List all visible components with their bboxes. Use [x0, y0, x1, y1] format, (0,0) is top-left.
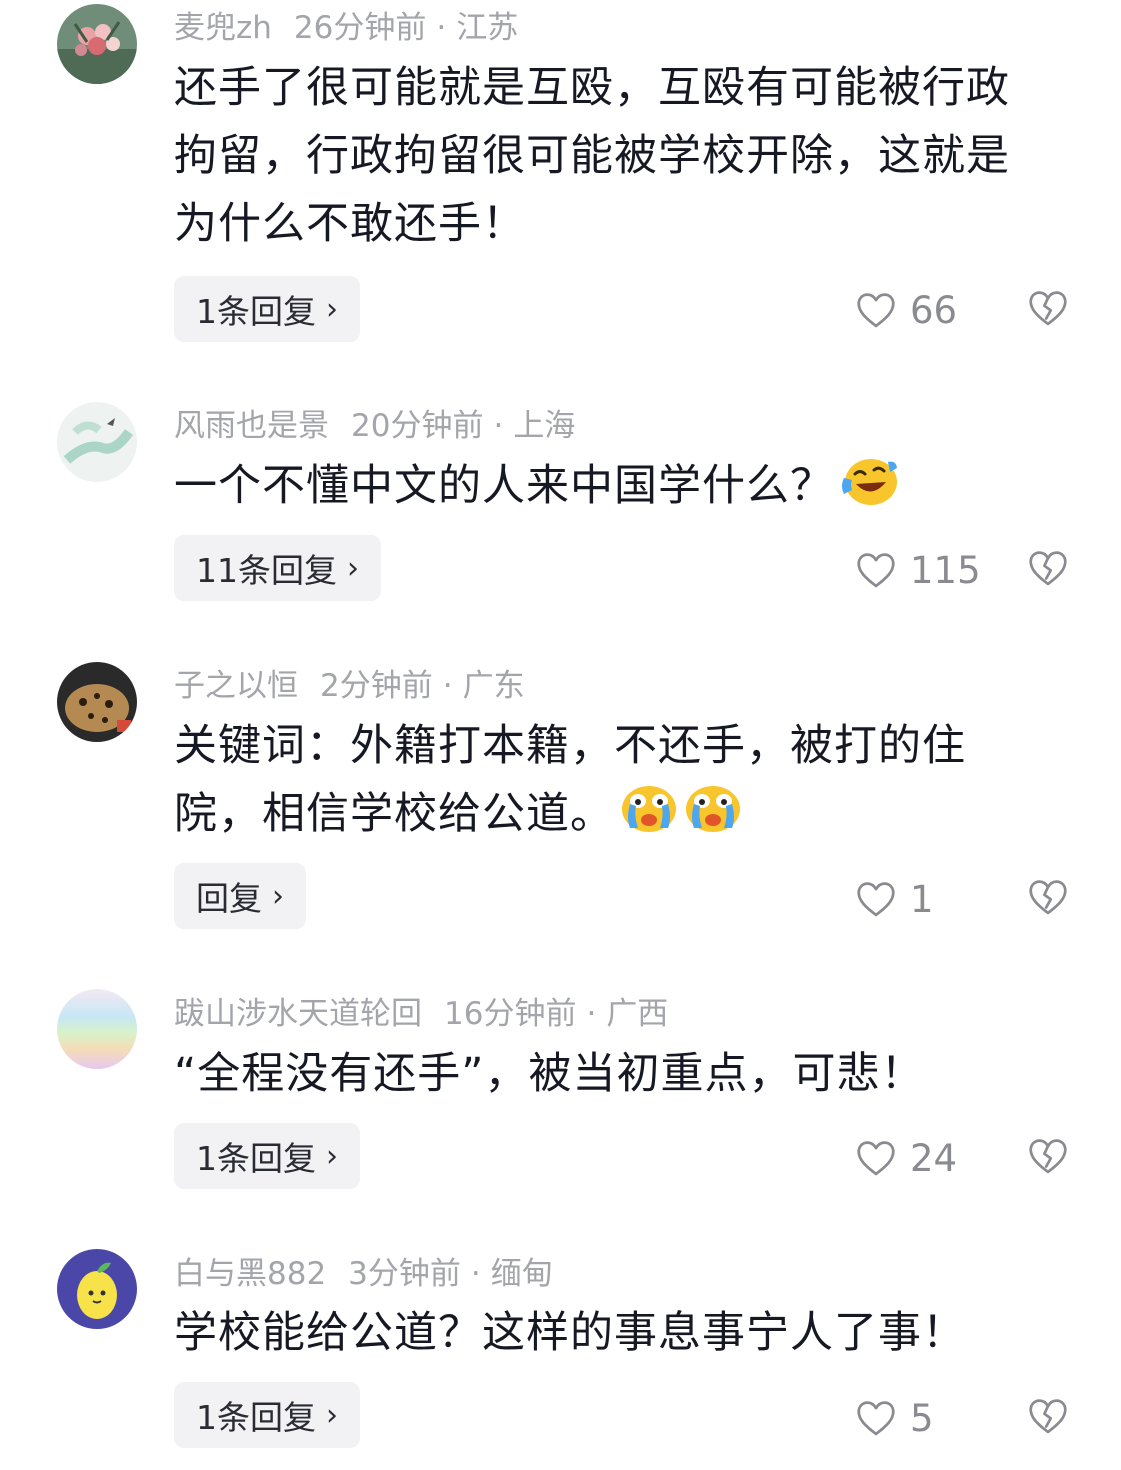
broken-heart-icon [1028, 1138, 1068, 1175]
reply-button[interactable]: 回复 › [174, 863, 306, 929]
comment-text-line-content: 一个不懂中文的人来中国学什么？ [174, 461, 834, 511]
meta-separator: · [436, 10, 447, 46]
comment-text-line: 拘留，行政拘留很可能被学校开除，这就是 [174, 131, 1010, 181]
username[interactable]: 风雨也是景 [174, 408, 329, 444]
crying-emoji-icon [620, 784, 678, 834]
rainbow-gradient-avatar[interactable] [57, 989, 137, 1069]
comment-text-line: 一个不懂中文的人来中国学什么？ [174, 452, 1079, 520]
view-replies-button[interactable]: 1条回复 › [174, 1123, 360, 1189]
like-count: 24 [910, 1137, 958, 1180]
broken-heart-icon [1028, 879, 1068, 916]
heart-icon [856, 1400, 896, 1437]
like-button[interactable]: 1 [856, 878, 934, 921]
like-count: 5 [910, 1397, 934, 1440]
chevron-right-icon: › [326, 291, 338, 327]
reply-label: 1条回复 [196, 1398, 316, 1437]
chevron-right-icon: › [326, 1397, 338, 1433]
comment-text-line-content: 院，相信学校给公道。 [174, 789, 614, 839]
meta-separator: · [586, 996, 597, 1032]
meta-separator: · [493, 408, 504, 444]
like-count: 66 [910, 289, 958, 332]
dislike-button[interactable] [1028, 290, 1068, 331]
reply-label: 11条回复 [196, 551, 337, 590]
comment-location: 广东 [462, 668, 525, 704]
broken-heart-icon [1028, 290, 1068, 327]
username[interactable]: 跋山涉水天道轮回 [174, 996, 422, 1032]
heart-icon [856, 881, 896, 918]
comment-text: 还手了很可能就是互殴，互殴有可能被行政 拘留，行政拘留很可能被学校开除，这就是 … [174, 54, 1079, 258]
like-button[interactable]: 66 [856, 289, 957, 332]
comment-time: 3分钟前 [348, 1256, 461, 1292]
like-count: 115 [910, 549, 981, 592]
cartoon-lemon-avatar[interactable] [57, 1249, 137, 1329]
view-replies-button[interactable]: 11条回复 › [174, 535, 381, 601]
dislike-button[interactable] [1028, 1398, 1068, 1439]
meta-separator: · [442, 668, 453, 704]
broken-heart-icon [1028, 550, 1068, 587]
reply-label: 1条回复 [196, 292, 316, 331]
comment-text: 学校能给公道？这样的事息事宁人了事！ [174, 1299, 1079, 1367]
chevron-right-icon: › [347, 550, 359, 586]
comment-text-line: 关键词：外籍打本籍，不还手，被打的住 [174, 721, 966, 771]
comment-text-line: 学校能给公道？这样的事息事宁人了事！ [174, 1308, 966, 1358]
comment-text-line: “全程没有还手”，被当初重点，可悲！ [174, 1049, 925, 1099]
like-button[interactable]: 5 [856, 1397, 934, 1440]
comment-location: 广西 [606, 996, 669, 1032]
leopard-avatar[interactable] [57, 662, 137, 742]
comment-meta: 麦兜zh 26分钟前 · 江苏 [174, 2, 518, 47]
dislike-button[interactable] [1028, 879, 1068, 920]
crying-emoji-icon [684, 784, 742, 834]
heart-icon [856, 292, 896, 329]
username[interactable]: 麦兜zh [174, 10, 272, 46]
meta-separator: · [470, 1256, 481, 1292]
view-replies-button[interactable]: 1条回复 › [174, 1382, 360, 1448]
comment-time: 16分钟前 [444, 996, 577, 1032]
dislike-button[interactable] [1028, 550, 1068, 591]
comment-time: 20分钟前 [351, 408, 484, 444]
comment-text-line: 还手了很可能就是互殴，互殴有可能被行政 [174, 63, 1010, 113]
dislike-button[interactable] [1028, 1138, 1068, 1179]
comment-text-line: 院，相信学校给公道。 [174, 780, 1079, 848]
username[interactable]: 子之以恒 [174, 668, 298, 704]
reply-label: 1条回复 [196, 1139, 316, 1178]
comment-time: 26分钟前 [293, 10, 427, 46]
watercolor-bird-avatar[interactable] [57, 402, 137, 482]
like-count: 1 [910, 878, 934, 921]
broken-heart-icon [1028, 1398, 1068, 1435]
laughing-crying-emoji-icon [840, 456, 898, 506]
chevron-right-icon: › [326, 1138, 338, 1174]
comment-meta: 风雨也是景 20分钟前 · 上海 [174, 400, 575, 445]
comment-text: “全程没有还手”，被当初重点，可悲！ [174, 1040, 1079, 1108]
heart-icon [856, 552, 896, 589]
comment-location: 上海 [513, 408, 576, 444]
reply-label: 回复 [196, 879, 262, 918]
comment-time: 2分钟前 [320, 668, 433, 704]
view-replies-button[interactable]: 1条回复 › [174, 276, 360, 342]
comment-meta: 跋山涉水天道轮回 16分钟前 · 广西 [174, 988, 668, 1033]
comment-text: 一个不懂中文的人来中国学什么？ [174, 452, 1079, 520]
heart-icon [856, 1140, 896, 1177]
comment-meta: 子之以恒 2分钟前 · 广东 [174, 660, 525, 705]
like-button[interactable]: 24 [856, 1137, 957, 1180]
like-button[interactable]: 115 [856, 549, 981, 592]
comment-meta: 白与黑882 3分钟前 · 缅甸 [174, 1248, 553, 1293]
username[interactable]: 白与黑882 [174, 1256, 326, 1292]
comment-location: 江苏 [456, 10, 519, 46]
comment-text-line: 为什么不敢还手！ [174, 199, 526, 249]
comment-text: 关键词：外籍打本籍，不还手，被打的住 院，相信学校给公道。 [174, 712, 1079, 848]
chevron-right-icon: › [272, 878, 284, 914]
comment-location: 缅甸 [490, 1256, 553, 1292]
flower-bouquet-avatar[interactable] [57, 4, 137, 84]
